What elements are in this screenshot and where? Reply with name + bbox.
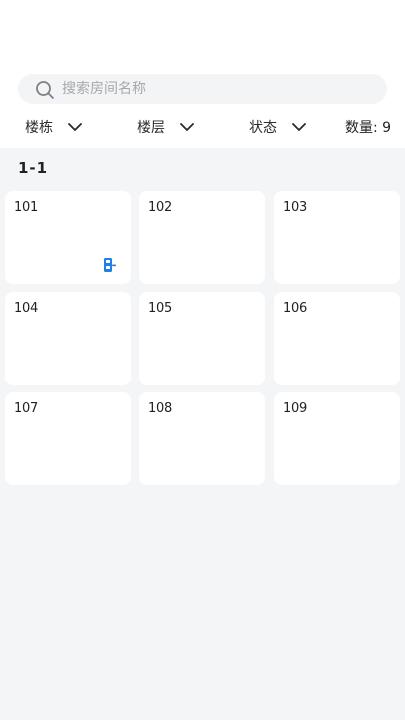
door-lock-icon (104, 258, 116, 272)
room-count: 数量: 9 (345, 120, 392, 136)
chevron-down-icon (180, 123, 194, 131)
room-card[interactable]: 108 (139, 392, 265, 485)
room-list-page: 楼栋 楼层 状态 数量: 9 1-1 101 1 (0, 0, 405, 720)
building-filter[interactable]: 楼栋 (25, 116, 83, 138)
status-filter[interactable]: 状态 (249, 116, 307, 138)
room-number: 109 (283, 401, 307, 416)
search-icon (36, 81, 54, 99)
room-number: 106 (283, 301, 307, 316)
room-number: 102 (148, 200, 172, 215)
room-card[interactable]: 105 (139, 292, 265, 385)
floor-filter-label: 楼层 (137, 120, 165, 136)
chevron-down-icon (68, 123, 82, 131)
room-card[interactable]: 106 (274, 292, 400, 385)
search-input[interactable] (62, 78, 362, 100)
room-number: 108 (148, 401, 172, 416)
room-card[interactable]: 109 (274, 392, 400, 485)
room-card[interactable]: 101 (5, 191, 131, 284)
room-card[interactable]: 107 (5, 392, 131, 485)
status-filter-label: 状态 (249, 120, 277, 136)
floor-filter[interactable]: 楼层 (137, 116, 195, 138)
room-card[interactable]: 104 (5, 292, 131, 385)
room-card[interactable]: 102 (139, 191, 265, 284)
group-title: 1-1 (18, 159, 49, 177)
room-number: 107 (14, 401, 38, 416)
search-bar[interactable] (18, 74, 387, 104)
chevron-down-icon (292, 123, 306, 131)
room-number: 104 (14, 301, 38, 316)
header-panel: 楼栋 楼层 状态 数量: 9 (0, 0, 405, 148)
room-number: 101 (14, 200, 38, 215)
room-number: 105 (148, 301, 172, 316)
room-card[interactable]: 103 (274, 191, 400, 284)
building-filter-label: 楼栋 (25, 120, 53, 136)
room-number: 103 (283, 200, 307, 215)
